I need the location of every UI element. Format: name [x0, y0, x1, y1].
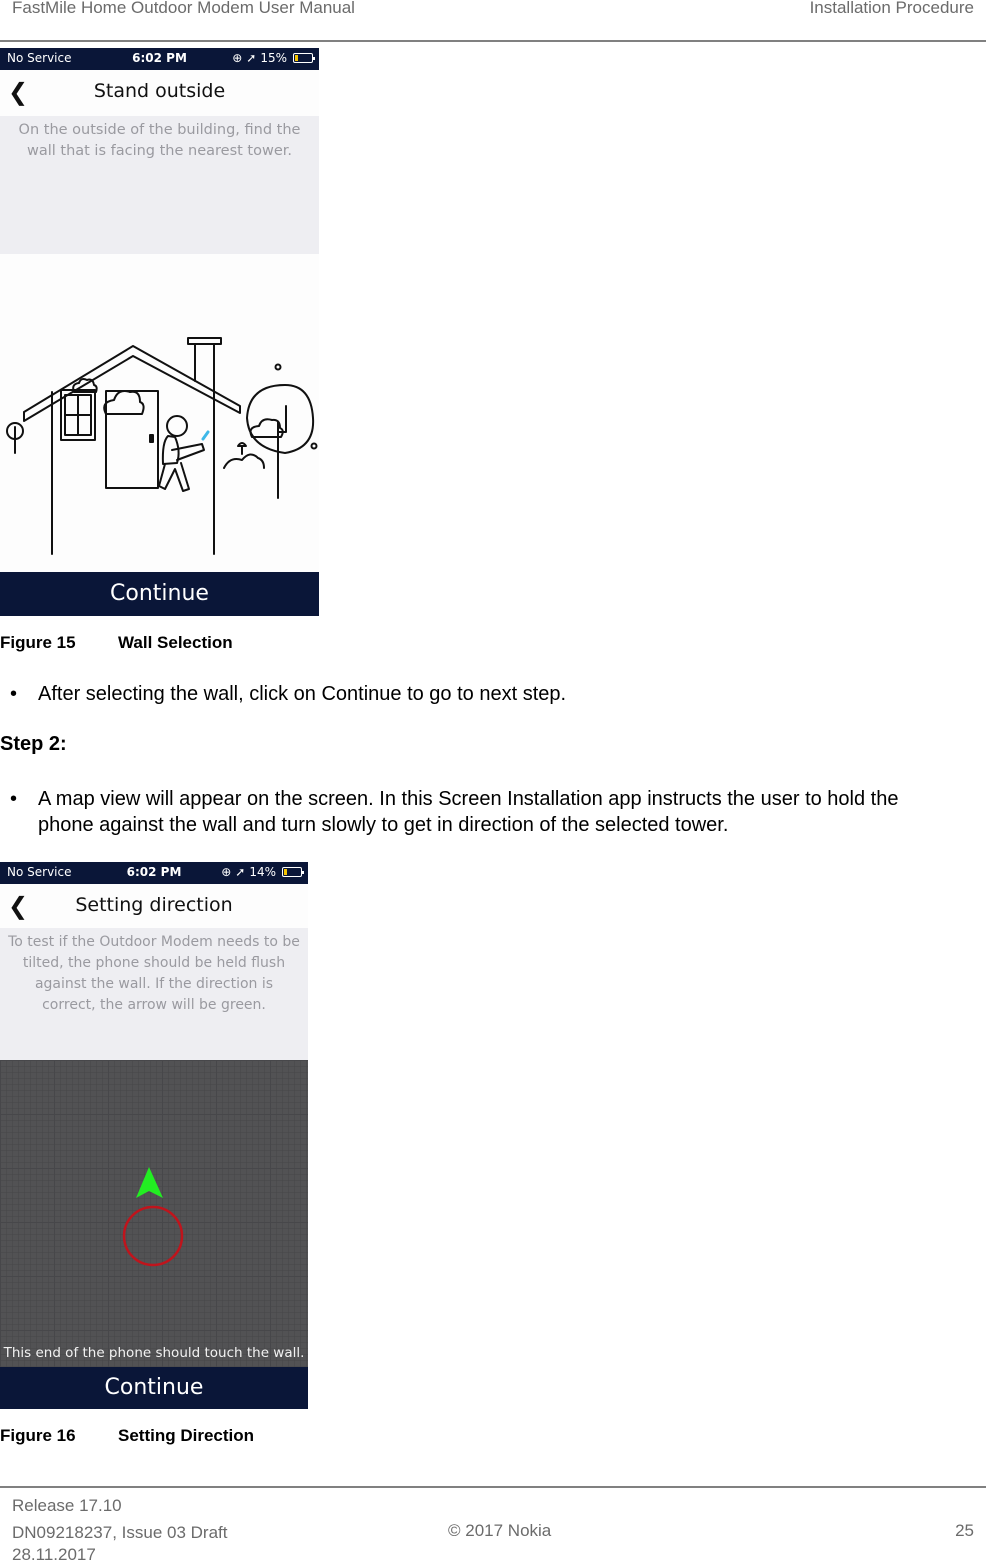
figure-title: Setting Direction	[118, 1426, 255, 1445]
figure-15-caption: Figure 15 Wall Selection	[0, 633, 233, 653]
document-date: 28.11.2017	[12, 1545, 96, 1561]
touch-hint-text: This end of the phone should touch the w…	[3, 1345, 305, 1361]
continue-button[interactable]: Continue	[0, 1367, 308, 1409]
page-number: 25	[955, 1521, 974, 1540]
status-bar: No Service 6:02 PM ⊕ ➚ 14%	[0, 862, 308, 884]
step-heading: Step 2:	[0, 733, 67, 755]
cloud-medium-icon	[103, 390, 145, 415]
figure-number: Figure 16	[0, 1426, 76, 1445]
status-icons: ⊕ ➚ 15%	[232, 51, 315, 65]
figure-16-caption: Figure 16 Setting Direction	[0, 1426, 254, 1446]
house-illustration	[6, 337, 318, 555]
roof	[23, 345, 241, 422]
battery-icon	[282, 867, 304, 877]
rotation-lock-icon: ⊕	[232, 51, 243, 65]
header-divider	[0, 40, 986, 42]
carrier-label: No Service	[7, 51, 72, 65]
page-header: FastMile Home Outdoor Modem User Manual …	[0, 0, 986, 42]
person-head	[166, 415, 188, 437]
instruction-text: On the outside of the building, find the…	[0, 116, 319, 254]
screen-title: Setting direction	[75, 894, 233, 916]
battery-icon	[293, 53, 315, 63]
tree-right	[246, 384, 315, 454]
direction-overlay	[122, 1167, 184, 1267]
figure-16-screenshot: No Service 6:02 PM ⊕ ➚ 14% ❮ Setting dir…	[0, 862, 308, 1409]
figure-title: Wall Selection	[118, 633, 233, 652]
battery-percent: 15%	[260, 51, 287, 65]
rotation-lock-icon: ⊕	[221, 865, 232, 879]
status-bar: No Service 6:02 PM ⊕ ➚ 15%	[0, 48, 319, 70]
document-id: DN09218237, Issue 03 Draft	[12, 1523, 228, 1542]
direction-arrow-icon	[136, 1167, 163, 1198]
figure-number: Figure 15	[0, 633, 76, 652]
instruction-text: To test if the Outdoor Modem needs to be…	[0, 928, 308, 1060]
section-title: Installation Procedure	[809, 0, 974, 17]
bullet-text: A map view will appear on the screen. In…	[38, 788, 899, 836]
release-label: Release 17.10	[12, 1496, 122, 1515]
clock: 6:02 PM	[132, 51, 187, 65]
screen-title: Stand outside	[93, 80, 226, 102]
document-title: FastMile Home Outdoor Modem User Manual	[12, 0, 355, 17]
bullet-icon: •	[10, 683, 18, 705]
nav-bar: ❮ Setting direction	[0, 884, 308, 928]
map-view[interactable]: This end of the phone should touch the w…	[0, 1060, 308, 1367]
chimney-cap	[187, 337, 222, 345]
figure-15-screenshot: No Service 6:02 PM ⊕ ➚ 15% ❮ Stand outsi…	[0, 48, 319, 616]
carrier-label: No Service	[7, 865, 72, 879]
nav-bar: ❮ Stand outside	[0, 70, 319, 116]
position-circle	[122, 1205, 184, 1267]
location-arrow-icon: ➚	[235, 865, 246, 879]
bullet-text: After selecting the wall, click on Conti…	[38, 683, 567, 705]
bullet-icon: •	[10, 788, 18, 810]
status-icons: ⊕ ➚ 14%	[221, 865, 304, 879]
clock: 6:02 PM	[126, 865, 182, 879]
footer-divider	[0, 1486, 986, 1488]
location-arrow-icon: ➚	[246, 51, 257, 65]
battery-percent: 14%	[249, 865, 276, 879]
copyright: © 2017 Nokia	[448, 1521, 552, 1540]
continue-button[interactable]: Continue	[0, 572, 319, 616]
